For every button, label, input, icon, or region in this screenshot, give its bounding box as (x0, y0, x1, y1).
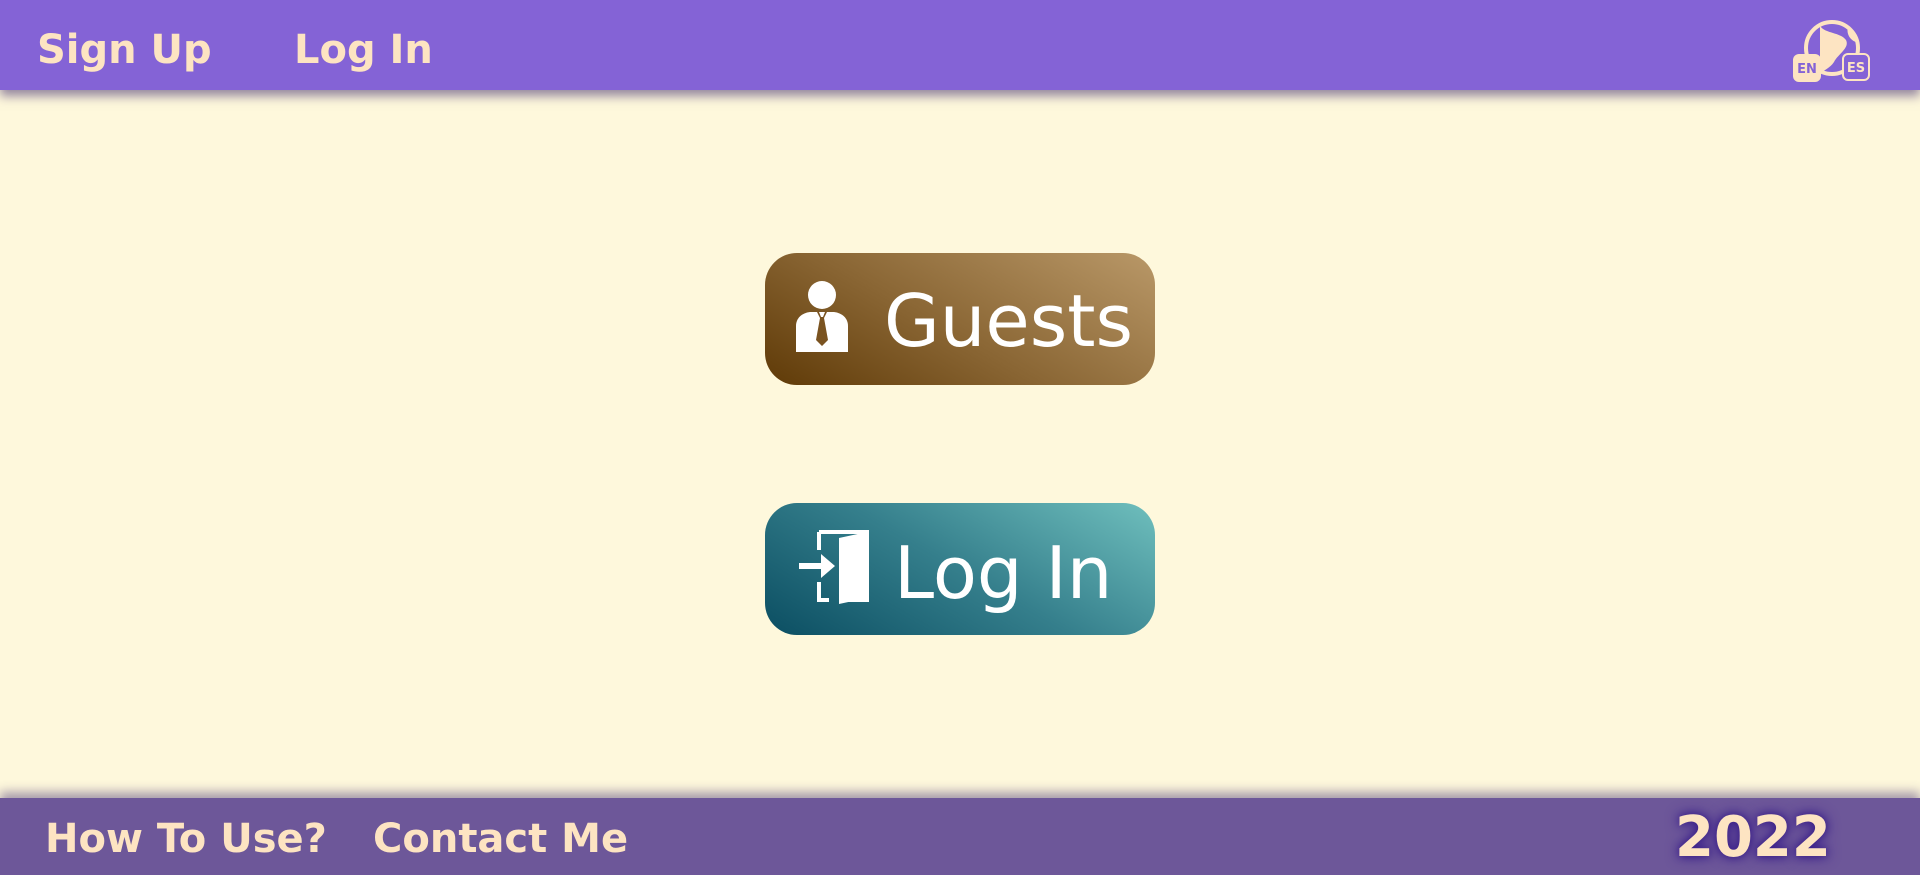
guest-user-icon (796, 281, 848, 352)
lang-es-label: ES (1847, 61, 1865, 76)
login-button[interactable]: Log In (765, 503, 1155, 635)
enter-door-icon (799, 530, 869, 604)
guests-button[interactable]: Guests (765, 253, 1155, 385)
lang-en-label: EN (1797, 62, 1817, 77)
nav-signup-link[interactable]: Sign Up (37, 24, 212, 76)
nav-login-link[interactable]: Log In (294, 24, 433, 76)
how-to-use-link[interactable]: How To Use? (45, 816, 327, 862)
contact-me-link[interactable]: Contact Me (373, 816, 628, 862)
language-switch-icon[interactable]: EN ES (1790, 14, 1872, 86)
guests-button-label: Guests (884, 279, 1133, 363)
footer-bar: How To Use? Contact Me 2022 (0, 798, 1920, 875)
top-nav-bar: Sign Up Log In EN ES (0, 0, 1920, 90)
login-button-label: Log In (894, 531, 1113, 615)
copyright-year: 2022 (1675, 805, 1831, 870)
